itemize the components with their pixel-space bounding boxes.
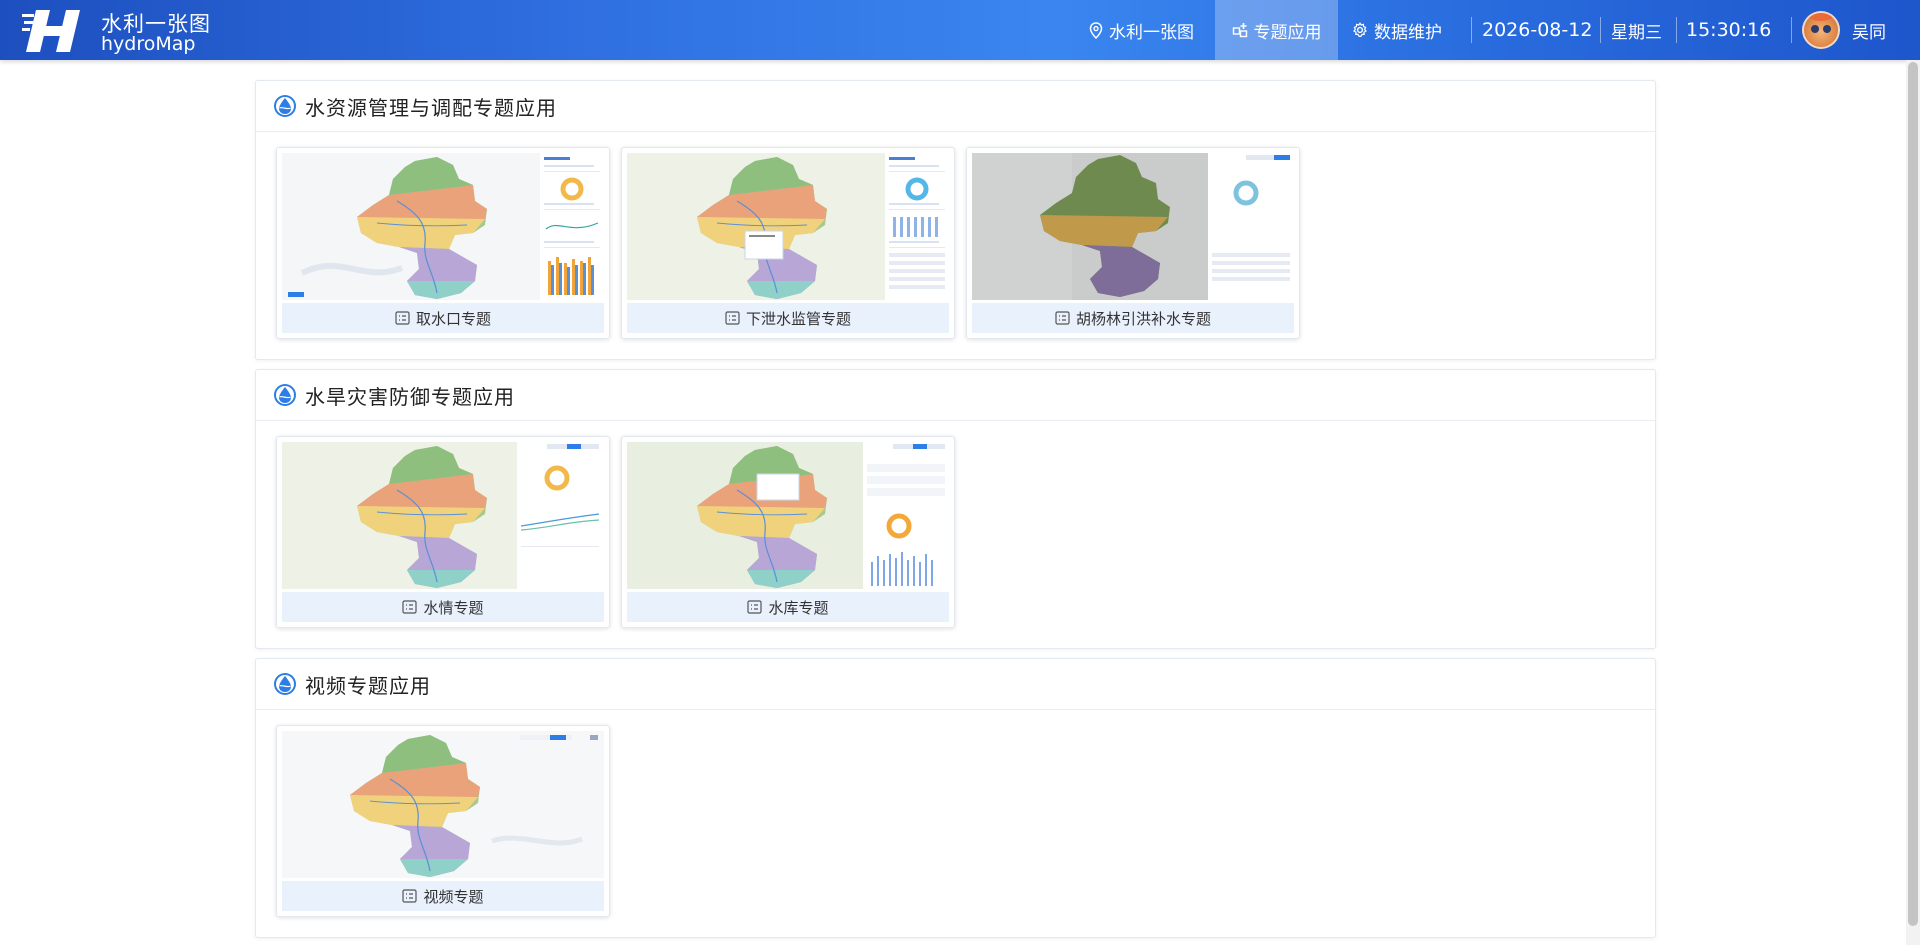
scrollbar-thumb[interactable]: [1908, 62, 1918, 926]
card-label: 水情专题: [282, 592, 604, 622]
list-doc-icon: [725, 311, 740, 325]
card-thumbnail: [627, 153, 949, 300]
top-header: 水利一张图 hydroMap 水利一张图 专题应用 数据维护 2026-08-1…: [0, 0, 1920, 60]
list-doc-icon: [1055, 311, 1070, 325]
user-name[interactable]: 吴同: [1852, 0, 1886, 60]
card-thumbnail: [972, 153, 1294, 300]
divider: [1676, 17, 1677, 43]
section-title: 视频专题应用: [305, 673, 431, 698]
card-label-text: 水情专题: [423, 598, 484, 617]
section-header: 视频专题应用: [256, 659, 1655, 710]
card-label: 水库专题: [627, 592, 949, 622]
section-header: 水资源管理与调配专题应用: [256, 81, 1655, 132]
card-water-regime[interactable]: 水情专题: [276, 436, 610, 628]
current-date: 2026-08-12: [1482, 19, 1593, 41]
water-drop-icon: [274, 384, 296, 406]
grid-plus-icon: [1232, 23, 1247, 38]
list-doc-icon: [402, 889, 418, 903]
card-video[interactable]: 视频专题: [276, 725, 610, 917]
nav-label: 水利一张图: [1109, 22, 1194, 43]
current-time: 15:30:16: [1686, 19, 1772, 41]
brand-name-en: hydroMap: [101, 33, 196, 55]
water-drop-icon: [274, 95, 296, 117]
nav-label: 专题应用: [1253, 22, 1322, 43]
gear-icon: [1353, 22, 1367, 37]
list-doc-icon: [747, 600, 763, 614]
card-reservoir[interactable]: 水库专题: [621, 436, 955, 628]
card-label: 视频专题: [282, 881, 604, 911]
nav-item-hydromap[interactable]: 水利一张图: [1089, 0, 1205, 60]
card-thumbnail: [282, 731, 604, 878]
section-flood-drought-defense: 水旱灾害防御专题应用 水情专题 水库专题: [255, 369, 1656, 649]
card-thumbnail: [627, 442, 949, 589]
list-doc-icon: [402, 600, 418, 614]
card-label-text: 视频专题: [423, 887, 484, 906]
card-label-text: 下泄水监管专题: [745, 309, 851, 328]
section-video: 视频专题应用 视频专题: [255, 658, 1656, 938]
list-doc-icon: [395, 311, 410, 325]
nav-item-special-apps[interactable]: 专题应用: [1215, 0, 1338, 60]
card-discharge-monitoring[interactable]: 下泄水监管专题: [621, 147, 955, 339]
water-drop-icon: [274, 673, 296, 695]
current-weekday: 星期三: [1611, 22, 1662, 43]
section-title: 水资源管理与调配专题应用: [305, 95, 557, 120]
card-label-text: 取水口专题: [415, 309, 491, 328]
card-label: 下泄水监管专题: [627, 303, 949, 333]
card-poplar-flood-supply[interactable]: 胡杨林引洪补水专题: [966, 147, 1300, 339]
nav-item-data-maintenance[interactable]: 数据维护: [1352, 0, 1472, 60]
card-label: 胡杨林引洪补水专题: [972, 303, 1294, 333]
card-label: 取水口专题: [282, 303, 604, 333]
card-thumbnail: [282, 153, 604, 300]
nav-label: 数据维护: [1374, 22, 1442, 43]
divider: [1600, 17, 1601, 43]
section-title: 水旱灾害防御专题应用: [305, 384, 515, 409]
section-header: 水旱灾害防御专题应用: [256, 370, 1655, 421]
card-water-intake[interactable]: 取水口专题: [276, 147, 610, 339]
divider: [1791, 17, 1792, 43]
card-label-text: 水库专题: [768, 598, 829, 617]
hydromap-logo: [22, 10, 80, 52]
user-avatar[interactable]: [1802, 11, 1840, 49]
card-thumbnail: [282, 442, 604, 589]
card-label-text: 胡杨林引洪补水专题: [1075, 309, 1211, 328]
location-pin-icon: [1089, 21, 1103, 39]
section-water-resources: 水资源管理与调配专题应用 取水口专题 下泄水监管专题 胡杨林引洪补水专题: [255, 80, 1656, 360]
divider: [1471, 17, 1472, 43]
